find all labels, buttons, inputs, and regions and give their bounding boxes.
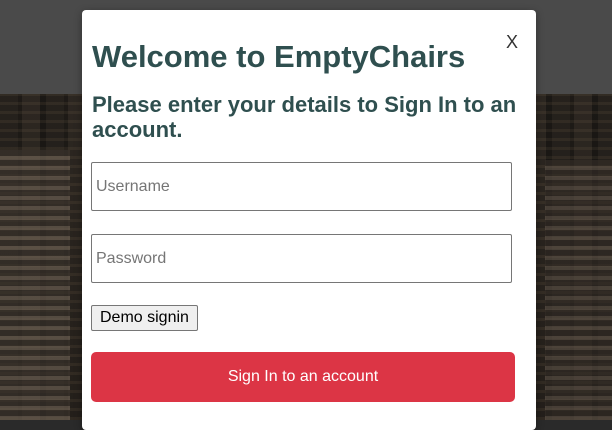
demo-signin-button[interactable]: Demo signin — [91, 305, 198, 331]
building-left — [0, 150, 70, 420]
close-icon[interactable]: X — [506, 32, 518, 52]
username-input[interactable] — [91, 162, 512, 211]
building-right — [545, 160, 612, 420]
modal-title: Welcome to EmptyChairs — [92, 39, 466, 74]
password-input[interactable] — [91, 234, 512, 283]
sign-in-button[interactable]: Sign In to an account — [91, 352, 515, 402]
modal-subtitle: Please enter your details to Sign In to … — [92, 92, 517, 142]
sign-in-modal: X Welcome to EmptyChairs Please enter yo… — [82, 10, 536, 430]
